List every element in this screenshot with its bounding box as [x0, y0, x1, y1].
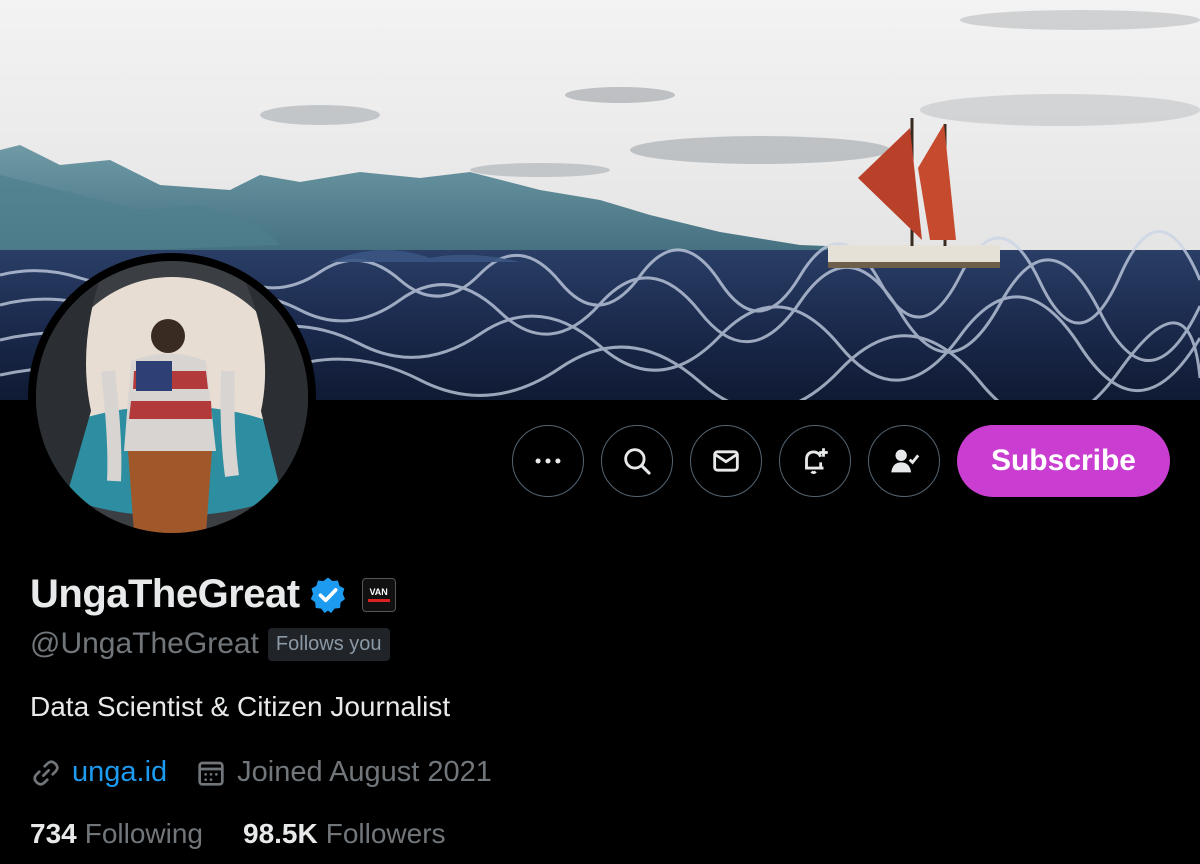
followers-label: Followers: [325, 818, 446, 849]
follow-stats: 734 Following 98.5K Followers: [30, 818, 486, 850]
link-icon: [33, 759, 59, 786]
bio: Data Scientist & Citizen Journalist: [30, 691, 451, 722]
subscribe-button[interactable]: Subscribe: [956, 425, 1170, 497]
calendar-icon: [198, 761, 224, 786]
display-name: UngaTheGreat: [30, 572, 300, 616]
more-button[interactable]: [511, 425, 584, 497]
profile-actions: Subscribe: [511, 425, 1170, 497]
verified-icon[interactable]: [308, 575, 348, 615]
affiliate-badge[interactable]: VAN: [361, 577, 396, 612]
following-user-icon: [891, 449, 920, 473]
affiliate-badge-text: VAN: [369, 586, 388, 597]
avatar[interactable]: [28, 253, 316, 541]
name-row: UngaTheGreat VAN: [30, 572, 396, 617]
message-button[interactable]: [689, 425, 762, 497]
followers-count: 98.5K: [243, 818, 318, 849]
handle-row: @UngaTheGreat Follows you: [30, 627, 390, 661]
search-button[interactable]: [600, 425, 673, 497]
follows-you-badge: Follows you: [267, 627, 390, 661]
profile-meta: unga.id Joined August 2021: [30, 756, 492, 789]
avatar-image: [36, 261, 308, 533]
search-icon: [624, 448, 651, 475]
handle: @UngaTheGreat: [30, 627, 259, 660]
following-button[interactable]: [867, 425, 940, 497]
website-link[interactable]: unga.id: [72, 756, 167, 789]
mail-icon: [713, 450, 739, 472]
more-icon: [535, 458, 561, 464]
following-count: 734: [30, 818, 77, 849]
notify-bell-icon: [805, 448, 828, 475]
following-label: Following: [84, 818, 203, 849]
notify-button[interactable]: [778, 425, 851, 497]
following-stat[interactable]: 734 Following: [30, 818, 203, 850]
followers-stat[interactable]: 98.5K Followers: [243, 818, 446, 850]
joined-date: Joined August 2021: [237, 756, 492, 788]
affiliate-badge-bar: [367, 598, 390, 602]
